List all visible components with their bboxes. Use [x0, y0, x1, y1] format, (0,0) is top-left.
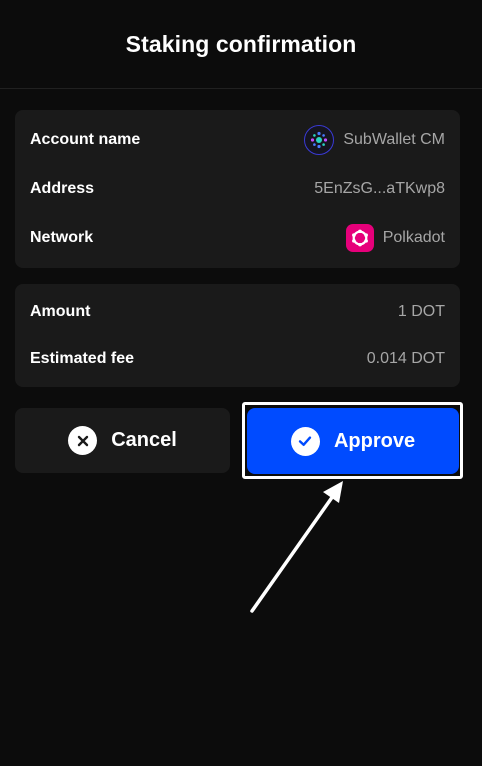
- approve-label: Approve: [333, 429, 416, 452]
- close-circle-icon: [68, 426, 98, 455]
- page-title: Staking confirmation: [125, 31, 357, 57]
- fee-label: Estimated fee: [30, 350, 135, 367]
- account-name: SubWallet CM: [343, 131, 445, 148]
- network-name: Polkadot: [382, 229, 445, 246]
- address-row: Address 5EnZsG...aTKwp8: [15, 174, 460, 204]
- network-value: Polkadot: [345, 224, 445, 252]
- fee-row: Estimated fee 0.014 DOT: [15, 344, 460, 374]
- amount-value: 1 DOT: [397, 303, 445, 320]
- cancel-label: Cancel: [111, 429, 177, 451]
- subwallet-logo-icon: [304, 125, 335, 155]
- account-row: Account name SubWallet CM: [15, 125, 460, 155]
- account-label: Account name: [30, 131, 141, 148]
- transaction-info-card: Account name SubWallet CM Address 5EnZsG…: [15, 110, 460, 268]
- network-label: Network: [30, 229, 94, 246]
- header: Staking confirmation: [0, 0, 482, 89]
- amount-row: Amount 1 DOT: [15, 297, 460, 327]
- address-value: 5EnZsG...aTKwp8: [314, 180, 445, 197]
- cancel-button[interactable]: Cancel: [15, 408, 230, 473]
- check-circle-icon: [290, 426, 320, 456]
- fee-value: 0.014 DOT: [366, 350, 445, 367]
- network-row: Network Polkadot: [15, 223, 460, 253]
- staking-confirmation-screen: Staking confirmation Account name SubWal…: [0, 0, 482, 766]
- account-value: SubWallet CM: [304, 125, 445, 155]
- polkadot-logo-icon: [345, 224, 374, 252]
- address-label: Address: [30, 180, 95, 197]
- amount-label: Amount: [30, 303, 91, 320]
- amount-card: Amount 1 DOT Estimated fee 0.014 DOT: [15, 284, 460, 387]
- approve-button[interactable]: Approve: [247, 408, 459, 474]
